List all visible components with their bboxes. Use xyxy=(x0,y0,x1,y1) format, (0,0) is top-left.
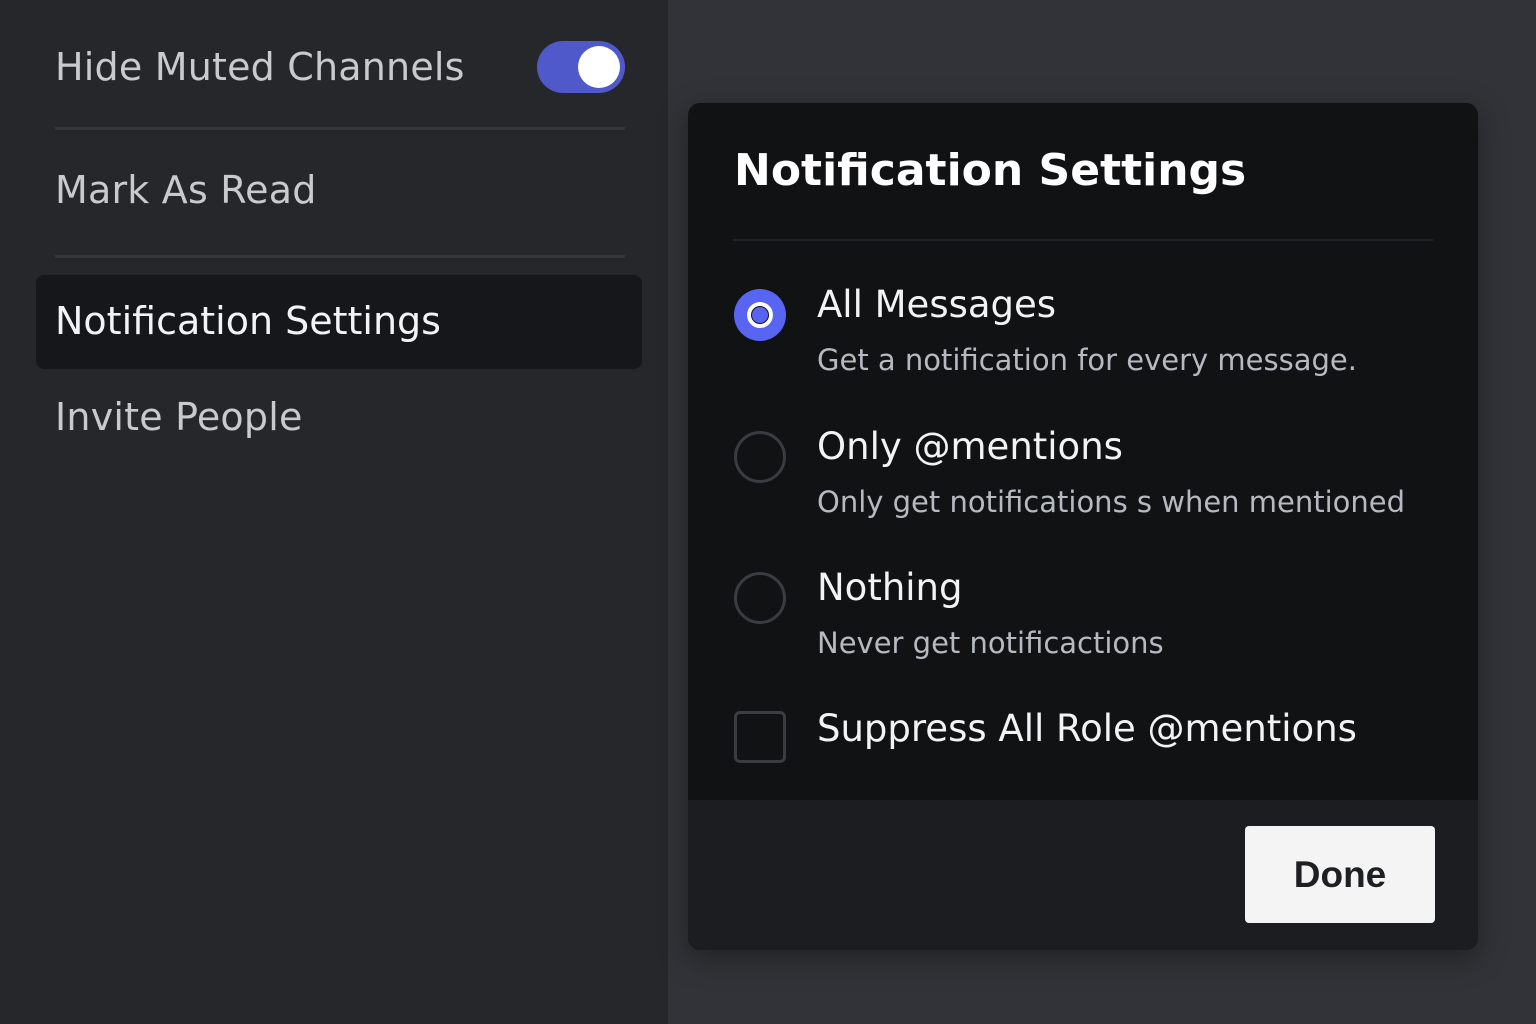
option-label: Nothing xyxy=(817,566,963,609)
option-description: Never get notificactions xyxy=(817,626,1164,660)
option-label: Only @mentions xyxy=(817,425,1123,468)
suppress-role-mentions-label: Suppress All Role @mentions xyxy=(817,707,1357,750)
toggle-knob xyxy=(578,46,620,88)
hide-muted-toggle[interactable] xyxy=(537,41,625,93)
menu-divider xyxy=(55,255,625,258)
done-button[interactable]: Done xyxy=(1245,826,1435,923)
menu-divider xyxy=(55,127,625,130)
radio-nothing[interactable] xyxy=(734,572,786,624)
modal-footer: Done xyxy=(688,800,1478,950)
option-description: Get a notification for every message. xyxy=(817,343,1357,377)
invite-people-item[interactable]: Invite People xyxy=(55,395,303,439)
suppress-role-mentions-checkbox[interactable] xyxy=(734,711,786,763)
modal-divider xyxy=(733,239,1433,241)
notification-settings-modal: Notification Settings All Messages Get a… xyxy=(688,103,1478,950)
mark-as-read-item[interactable]: Mark As Read xyxy=(55,168,317,212)
channel-context-menu: Hide Muted Channels Mark As Read Notific… xyxy=(0,0,668,1024)
notification-settings-label: Notification Settings xyxy=(55,299,441,343)
radio-only-mentions[interactable] xyxy=(734,431,786,483)
modal-title: Notification Settings xyxy=(734,145,1247,196)
notification-settings-item[interactable]: Notification Settings xyxy=(36,275,642,369)
option-description: Only get notifications s when mentioned xyxy=(817,485,1406,519)
radio-all-messages[interactable] xyxy=(734,289,786,341)
hide-muted-channels-label: Hide Muted Channels xyxy=(55,45,465,89)
option-label: All Messages xyxy=(817,283,1057,326)
hide-muted-channels-item[interactable]: Hide Muted Channels xyxy=(55,38,625,96)
